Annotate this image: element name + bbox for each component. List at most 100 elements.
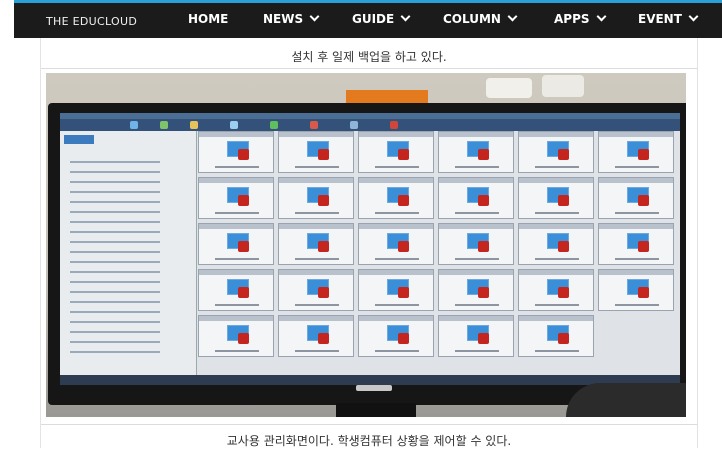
toolbar-icon	[130, 121, 138, 129]
pc-tile-status	[295, 258, 339, 260]
pc-tile	[358, 177, 434, 219]
power-icon	[398, 195, 409, 206]
pc-tile-status	[295, 350, 339, 352]
pc-tile	[438, 223, 514, 265]
sidebar-row	[70, 211, 160, 213]
pc-tile-status	[535, 304, 579, 306]
pc-tile-status	[455, 258, 499, 260]
chevron-down-icon	[688, 11, 699, 22]
toolbar-icon	[350, 121, 358, 129]
nav-news[interactable]: NEWS	[263, 11, 320, 26]
pc-tile	[598, 131, 674, 173]
article-content: 설치 후 일제 백업을 하고 있다. 교사용 관리화면이다. 학생컴퓨터 상황을…	[40, 38, 698, 448]
pc-tile	[438, 131, 514, 173]
pc-tile-header	[599, 178, 673, 183]
pc-tile-header	[439, 178, 513, 183]
pc-tile-status	[215, 350, 259, 352]
sidebar-row	[70, 171, 160, 173]
pc-tile-status	[615, 304, 659, 306]
wall-outlet	[542, 75, 584, 97]
pc-tile-status	[375, 304, 419, 306]
power-icon	[638, 287, 649, 298]
power-icon	[478, 149, 489, 160]
pc-tile	[518, 177, 594, 219]
sidebar-row	[70, 311, 160, 313]
pc-tile-status	[375, 258, 419, 260]
pc-tile-header	[439, 132, 513, 137]
pc-tile	[278, 131, 354, 173]
power-icon	[398, 287, 409, 298]
pc-tile	[518, 315, 594, 357]
pc-tile-header	[599, 270, 673, 275]
pc-tile-status	[215, 212, 259, 214]
pc-tile-status	[535, 212, 579, 214]
pc-tile-status	[535, 350, 579, 352]
pc-tile-status	[455, 304, 499, 306]
power-icon	[318, 333, 329, 344]
nav-label: APPS	[554, 12, 590, 26]
pc-tile-status	[215, 258, 259, 260]
pc-tile-status	[455, 350, 499, 352]
divider	[41, 68, 697, 69]
power-icon	[558, 287, 569, 298]
os-taskbar	[60, 375, 680, 385]
pc-tile-header	[359, 270, 433, 275]
pc-tile-header	[519, 132, 593, 137]
pc-tile-header	[199, 316, 273, 321]
power-icon	[398, 333, 409, 344]
power-icon	[478, 287, 489, 298]
pc-tile-header	[599, 132, 673, 137]
top-navigation-bar: THE EDUCLOUD HOME NEWS GUIDE COLUMN APPS…	[14, 0, 722, 38]
pc-tile-grid	[198, 131, 678, 361]
nav-home[interactable]: HOME	[188, 12, 228, 26]
pc-tile-header	[439, 316, 513, 321]
sidebar-row	[70, 271, 160, 273]
toolbar-icon	[270, 121, 278, 129]
pc-tile-header	[439, 224, 513, 229]
sidebar-row	[70, 251, 160, 253]
pc-tile-header	[439, 270, 513, 275]
nav-label: NEWS	[263, 12, 304, 26]
pc-tile-header	[279, 270, 353, 275]
divider	[41, 424, 697, 425]
power-icon	[398, 149, 409, 160]
sidebar-row	[70, 261, 160, 263]
pc-list-sidebar	[60, 131, 197, 385]
nav-label: EVENT	[638, 12, 682, 26]
pc-tile	[438, 269, 514, 311]
toolbar-icon	[160, 121, 168, 129]
power-icon	[318, 287, 329, 298]
pc-tile-header	[519, 316, 593, 321]
pc-tile-header	[199, 270, 273, 275]
pc-tile	[198, 177, 274, 219]
pc-tile	[438, 177, 514, 219]
sidebar-row	[70, 331, 160, 333]
power-icon	[558, 195, 569, 206]
pc-tile	[518, 223, 594, 265]
site-brand[interactable]: THE EDUCLOUD	[46, 15, 137, 28]
pc-tile-header	[199, 178, 273, 183]
sidebar-row	[70, 281, 160, 283]
nav-event[interactable]: EVENT	[638, 11, 699, 26]
pc-tile	[598, 269, 674, 311]
power-icon	[318, 241, 329, 252]
caption-top: 설치 후 일제 백업을 하고 있다.	[291, 50, 447, 64]
pc-tile-status	[375, 166, 419, 168]
nav-apps[interactable]: APPS	[554, 11, 606, 26]
pc-tile	[198, 131, 274, 173]
pc-tile-header	[359, 316, 433, 321]
nav-column[interactable]: COLUMN	[443, 11, 518, 26]
pc-tile	[438, 315, 514, 357]
power-icon	[318, 149, 329, 160]
pc-tile-header	[359, 132, 433, 137]
monitor-stand	[336, 403, 416, 417]
sidebar-row	[70, 191, 160, 193]
sidebar-row	[70, 221, 160, 223]
window-toolbar	[60, 119, 680, 131]
nav-guide[interactable]: GUIDE	[352, 11, 411, 26]
chevron-down-icon	[596, 11, 606, 22]
sidebar-row	[70, 181, 160, 183]
pc-tile-status	[615, 166, 659, 168]
pc-tile	[358, 269, 434, 311]
wall-outlet	[486, 78, 532, 98]
